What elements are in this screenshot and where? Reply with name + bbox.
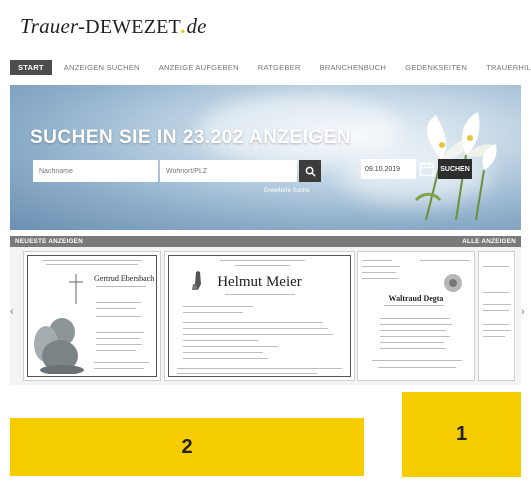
text-line (96, 338, 140, 339)
marker-box-2: 2 (10, 418, 364, 476)
angel-figure-image (34, 318, 84, 374)
submit-search-button[interactable]: SUCHEN (438, 159, 472, 179)
text-line (380, 330, 446, 331)
text-line (483, 266, 509, 267)
text-line (96, 344, 142, 345)
text-line (96, 302, 141, 303)
text-line (362, 272, 396, 273)
marker-label: 2 (181, 435, 193, 458)
calendar-icon[interactable] (419, 161, 435, 177)
obituary-card[interactable]: Helmut Meier (164, 251, 355, 381)
text-line (183, 312, 243, 313)
marker-box-1: 1 (402, 392, 521, 477)
text-line (94, 368, 144, 369)
flower-image (444, 274, 462, 292)
obituary-card[interactable]: Waltraud Degta (357, 251, 475, 381)
text-line (372, 360, 462, 361)
text-line (183, 340, 258, 341)
text-line (380, 336, 450, 337)
site-logo[interactable]: Trauer-DEWEZET.de (20, 14, 207, 39)
text-line (380, 324, 452, 325)
hero-title: SUCHEN SIE IN 23.202 ANZEIGEN (30, 127, 352, 148)
text-line (183, 306, 253, 307)
logo-text-prefix: Trauer- (20, 14, 86, 38)
search-hero: SUCHEN SIE IN 23.202 ANZEIGEN Erweiterte… (10, 85, 521, 230)
obituary-card[interactable]: Gertrud Ebersbach (23, 251, 161, 381)
text-line (177, 373, 317, 374)
extended-search-link[interactable]: Erweiterte Suche (264, 188, 310, 194)
text-line (183, 328, 328, 329)
text-line (177, 368, 342, 369)
text-line (384, 305, 444, 306)
nav-item-trauerhilfe[interactable]: TRAUERHILFE (486, 63, 531, 72)
text-line (483, 324, 509, 325)
surname-input[interactable] (33, 160, 158, 182)
text-line (483, 310, 509, 311)
nav-item-anzeige-aufgeben[interactable]: ANZEIGE AUFGEBEN (159, 63, 239, 72)
text-line (183, 334, 333, 335)
text-line (42, 260, 142, 261)
text-line (378, 367, 456, 368)
place-input[interactable] (160, 160, 297, 182)
text-line (483, 304, 511, 305)
cross-icon (69, 274, 83, 304)
logo-text-brand: DEWEZET (85, 16, 181, 38)
text-line (362, 266, 400, 267)
text-line (483, 336, 505, 337)
nav-item-branchenbuch[interactable]: BRANCHENBUCH (320, 63, 387, 72)
text-line (96, 308, 136, 309)
text-line (220, 260, 305, 261)
text-line (362, 260, 392, 261)
text-line (46, 264, 138, 265)
latest-ads-header: NEUESTE ANZEIGEN ALLE ANZEIGEN (10, 236, 521, 247)
text-line (96, 286, 146, 287)
nav-item-gedenkseiten[interactable]: GEDENKSEITEN (405, 63, 467, 72)
nav-item-start[interactable]: START (10, 59, 52, 75)
text-line (235, 265, 290, 266)
text-line (420, 260, 470, 261)
main-nav: START ANZEIGEN SUCHEN ANZEIGE AUFGEBEN R… (10, 59, 531, 75)
text-line (96, 316, 141, 317)
section-title: NEUESTE ANZEIGEN (15, 238, 83, 245)
text-line (380, 342, 444, 343)
all-ads-link[interactable]: ALLE ANZEIGEN (462, 238, 516, 245)
text-line (225, 294, 295, 295)
text-line (96, 332, 144, 333)
nav-item-ratgeber[interactable]: RATGEBER (258, 63, 301, 72)
search-icon (305, 166, 316, 177)
text-line (380, 318, 450, 319)
text-line (183, 322, 323, 323)
text-line (483, 330, 511, 331)
text-line (362, 278, 398, 279)
text-line (183, 358, 268, 359)
text-line (96, 350, 136, 351)
obituary-card[interactable] (478, 251, 515, 381)
text-line (483, 292, 509, 293)
deceased-name: Helmut Meier (217, 274, 302, 290)
deceased-name: Waltraud Degta (388, 294, 444, 303)
deceased-name: Gertrud Ebersbach (94, 274, 155, 283)
carousel-next-icon[interactable]: › (521, 306, 525, 318)
text-line (94, 362, 149, 363)
logo-text-tld: de (186, 14, 207, 38)
marker-label: 1 (455, 423, 468, 445)
carousel-prev-icon[interactable]: ‹ (10, 306, 14, 318)
text-line (183, 346, 278, 347)
nav-item-anzeigen-suchen[interactable]: ANZEIGEN SUCHEN (64, 63, 140, 72)
date-input[interactable] (361, 159, 416, 179)
text-line (183, 352, 263, 353)
search-button[interactable] (299, 160, 321, 182)
text-line (380, 348, 446, 349)
